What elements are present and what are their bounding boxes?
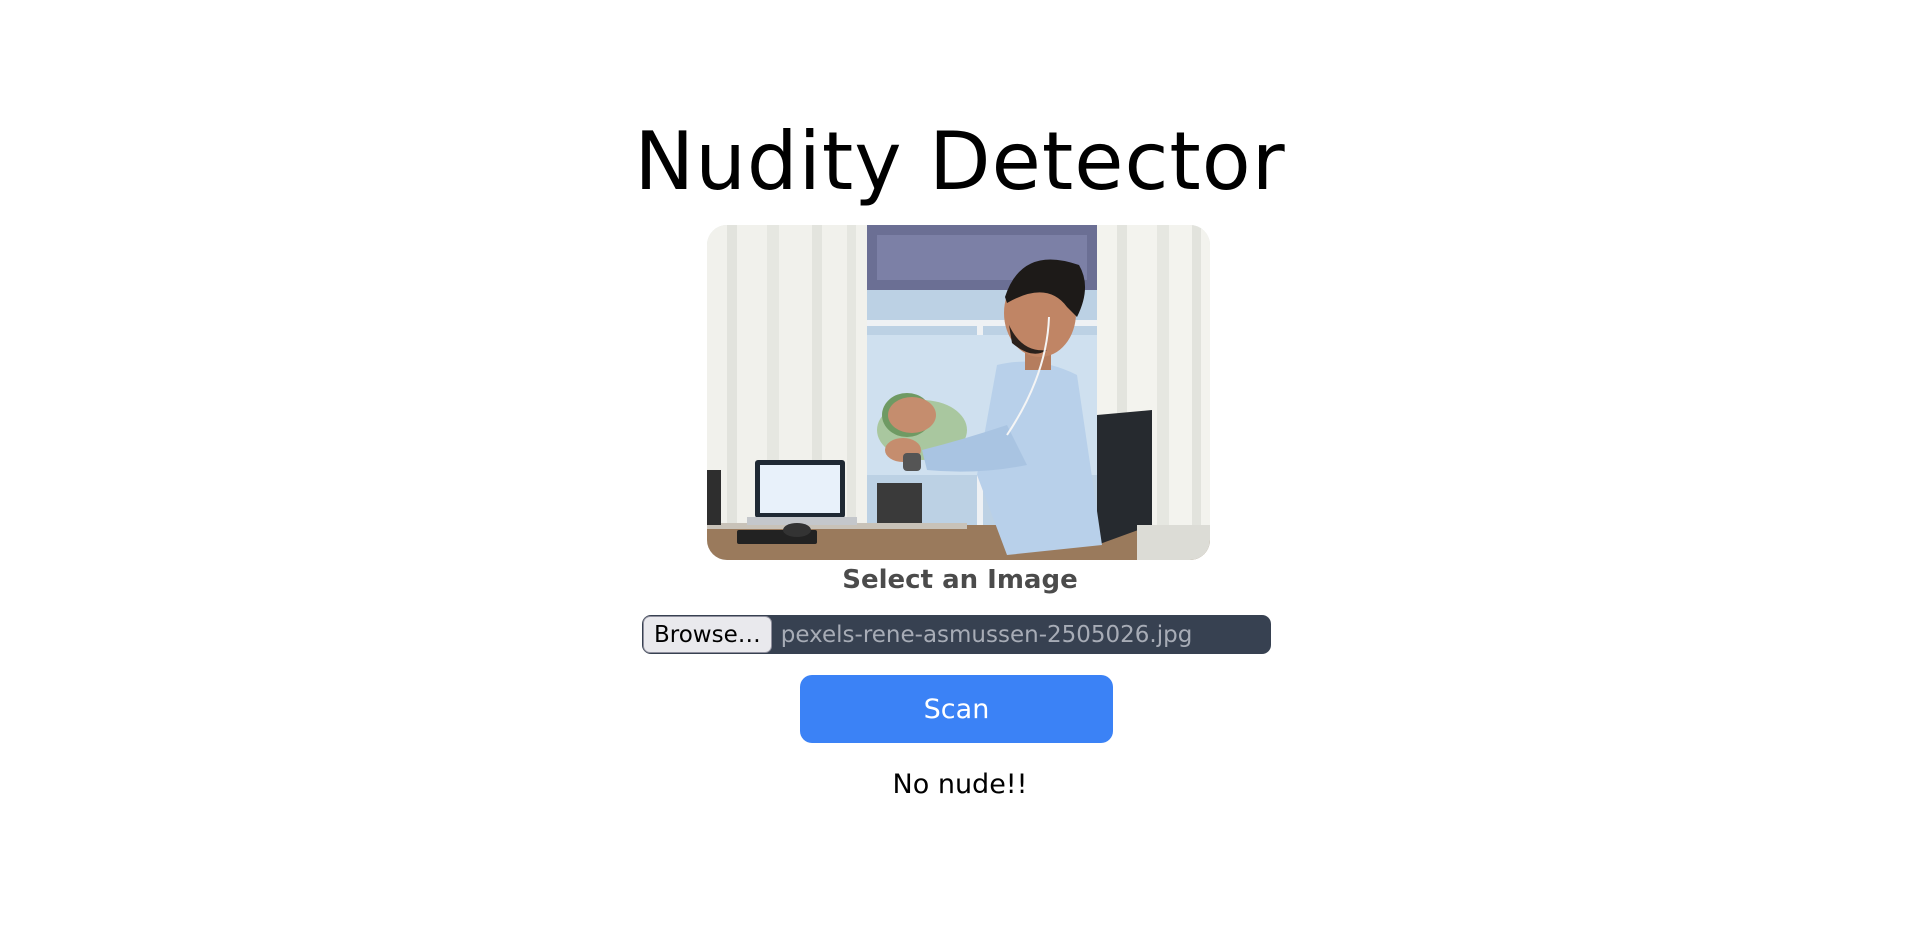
- file-input[interactable]: Browse… pexels-rene-asmussen-2505026.jpg: [642, 615, 1271, 654]
- scan-result-text: No nude!!: [892, 769, 1028, 800]
- selected-file-name: pexels-rene-asmussen-2505026.jpg: [780, 621, 1193, 648]
- page: Nudity Detector Select an Image Browse… …: [0, 0, 1920, 939]
- image-preview: [707, 225, 1210, 560]
- office-man-photo: [707, 225, 1210, 560]
- browse-button[interactable]: Browse…: [643, 616, 772, 653]
- scan-button[interactable]: Scan: [800, 675, 1113, 743]
- page-title: Nudity Detector: [634, 114, 1286, 208]
- select-image-label: Select an Image: [842, 565, 1078, 595]
